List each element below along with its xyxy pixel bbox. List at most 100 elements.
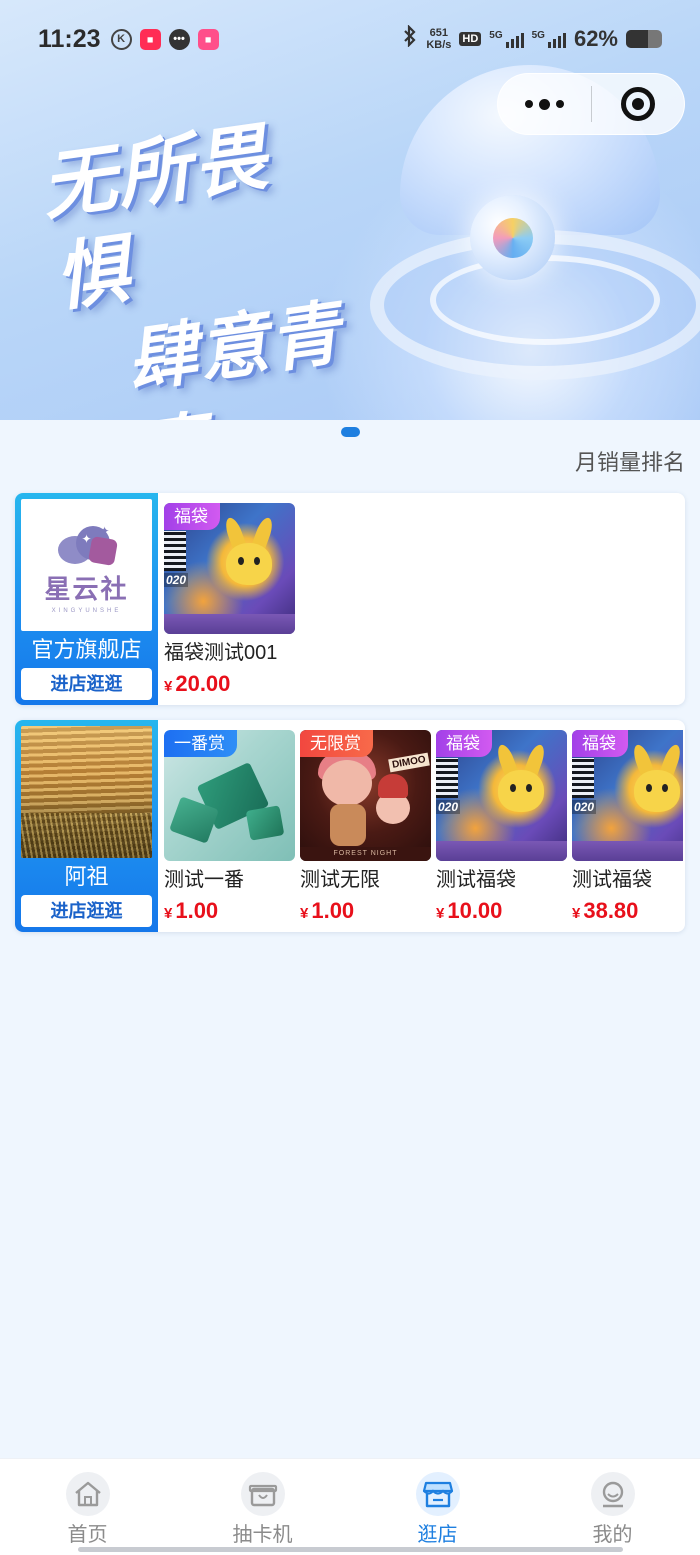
card-number: 020 — [572, 800, 597, 814]
price-value: 20.00 — [175, 671, 231, 696]
product-price: ¥1.00 — [164, 898, 295, 927]
miniprogram-capsule — [497, 73, 685, 135]
currency-symbol: ¥ — [164, 905, 173, 922]
shop-card[interactable]: 阿祖 进店逛逛 一番赏 测试一番 ¥1.00 DIMOO FOREST NIGH… — [15, 720, 685, 932]
price-value: 10.00 — [447, 898, 503, 923]
tab-mine[interactable]: 我的 — [525, 1459, 700, 1555]
ranking-label[interactable]: 月销量排名 — [575, 445, 685, 477]
enter-store-button[interactable]: 进店逛逛 — [21, 895, 152, 927]
product-item[interactable]: DIMOO FOREST NIGHT 无限赏 测试无限 ¥1.00 — [300, 730, 431, 927]
product-image: 020 福袋 — [164, 503, 295, 634]
price-value: 1.00 — [311, 898, 355, 923]
product-price: ¥10.00 — [436, 898, 567, 927]
currency-symbol: ¥ — [164, 678, 173, 695]
product-name: 测试一番 — [164, 869, 244, 891]
more-dot-icon — [555, 100, 564, 108]
store-name: 阿祖 — [64, 864, 109, 889]
store-icon — [415, 1472, 460, 1516]
qr-code-icon — [164, 531, 186, 571]
product-tag: 福袋 — [164, 503, 220, 530]
product-tag: 福袋 — [572, 730, 628, 757]
tab-label: 我的 — [592, 1524, 633, 1546]
product-price: ¥20.00 — [164, 671, 295, 700]
carousel-indicator[interactable] — [341, 427, 360, 437]
enter-store-button[interactable]: 进店逛逛 — [21, 668, 152, 700]
status-bar: 11:23 K ◼ ••• ◼ 651 KB/s HD 5G 5G 62% — [0, 0, 700, 78]
more-dot-icon — [538, 98, 550, 110]
product-item[interactable]: 020 福袋 测试福袋 ¥10.00 — [436, 730, 567, 927]
network-speed-unit: KB/s — [426, 39, 452, 51]
card-number: 020 — [436, 800, 461, 814]
signal-label: 5G — [531, 30, 545, 41]
tab-label: 首页 — [67, 1524, 108, 1546]
banner-slogan: 无所畏惧 肆意青春 — [36, 101, 384, 420]
gift-box-icon — [240, 1472, 285, 1516]
product-item[interactable]: 一番赏 测试一番 ¥1.00 — [164, 730, 295, 927]
product-image: 020 福袋 — [436, 730, 567, 861]
product-image: 020 福袋 — [572, 730, 683, 861]
qr-code-icon — [572, 758, 594, 798]
tab-card-machine[interactable]: 抽卡机 — [175, 1459, 350, 1555]
product-price: ¥1.00 — [300, 898, 431, 927]
tab-home[interactable]: 首页 — [0, 1459, 175, 1555]
home-indicator[interactable] — [78, 1547, 623, 1552]
product-strip-text: FOREST NIGHT — [300, 847, 431, 861]
product-item[interactable]: 020 福袋 福袋测试001 ¥20.00 — [164, 503, 295, 700]
close-button[interactable] — [592, 74, 685, 134]
price-value: 38.80 — [583, 898, 639, 923]
tab-store[interactable]: 逛店 — [350, 1459, 525, 1555]
product-image: 一番赏 — [164, 730, 295, 861]
currency-symbol: ¥ — [436, 905, 445, 922]
store-logo[interactable]: ✦ ✦ 星云社 XINGYUNSHE — [21, 499, 152, 631]
more-button[interactable] — [498, 74, 591, 134]
status-right: 651 KB/s HD 5G 5G 62% — [402, 24, 662, 53]
target-icon — [620, 87, 655, 121]
card-number: 020 — [164, 573, 189, 587]
price-value: 1.00 — [175, 898, 219, 923]
product-tag: 无限赏 — [300, 730, 373, 757]
product-name: 测试福袋 — [572, 869, 652, 891]
logo-subtext: XINGYUNSHE — [51, 608, 122, 614]
banner-ring-inner-art — [430, 255, 660, 345]
product-name: 测试福袋 — [436, 869, 516, 891]
product-tag: 福袋 — [436, 730, 492, 757]
store-panel: 阿祖 进店逛逛 — [15, 720, 158, 932]
signal-icon: 5G — [489, 30, 524, 48]
currency-symbol: ¥ — [572, 905, 581, 922]
tab-label: 逛店 — [417, 1524, 458, 1546]
product-name: 福袋测试001 — [164, 642, 278, 664]
product-brand: DIMOO — [388, 752, 430, 773]
banner-orb-core-art — [493, 218, 533, 258]
store-name: 官方旗舰店 — [31, 637, 142, 662]
hd-icon: HD — [459, 32, 482, 46]
bottom-tab-bar: 首页 抽卡机 逛店 我的 — [0, 1458, 700, 1555]
network-speed-value: 651 — [429, 27, 449, 39]
chat-icon: ••• — [168, 28, 190, 50]
app-pink-icon: ◼ — [197, 28, 219, 50]
signal-label: 5G — [489, 30, 503, 41]
battery-icon — [626, 30, 662, 48]
qr-code-icon — [436, 758, 458, 798]
currency-symbol: ¥ — [300, 905, 309, 922]
status-time: 11:23 — [38, 24, 101, 53]
product-item[interactable]: 020 福袋 测试福袋 ¥38.80 — [572, 730, 683, 927]
app-red-icon: ◼ — [139, 28, 161, 50]
product-name: 测试无限 — [300, 869, 380, 891]
more-dot-icon — [524, 100, 533, 108]
store-logo[interactable] — [21, 726, 152, 858]
signal-icon: 5G — [532, 30, 566, 48]
shop-card[interactable]: ✦ ✦ 星云社 XINGYUNSHE 官方旗舰店 进店逛逛 020 福袋 福袋测… — [15, 493, 685, 705]
sunset-logo-image — [21, 726, 152, 858]
battery-percent: 62% — [573, 26, 618, 51]
user-icon — [590, 1472, 635, 1516]
tab-label: 抽卡机 — [232, 1524, 293, 1546]
logo-text: 星云社 — [44, 575, 129, 605]
store-panel: ✦ ✦ 星云社 XINGYUNSHE 官方旗舰店 进店逛逛 — [15, 493, 158, 705]
home-icon — [65, 1472, 110, 1516]
k-icon: K — [110, 28, 132, 50]
product-image: DIMOO FOREST NIGHT 无限赏 — [300, 730, 431, 861]
cloud-logo-icon: ✦ ✦ — [52, 522, 122, 567]
product-price: ¥38.80 — [572, 898, 683, 927]
bluetooth-icon — [402, 24, 418, 53]
network-speed: 651 KB/s — [426, 27, 451, 51]
